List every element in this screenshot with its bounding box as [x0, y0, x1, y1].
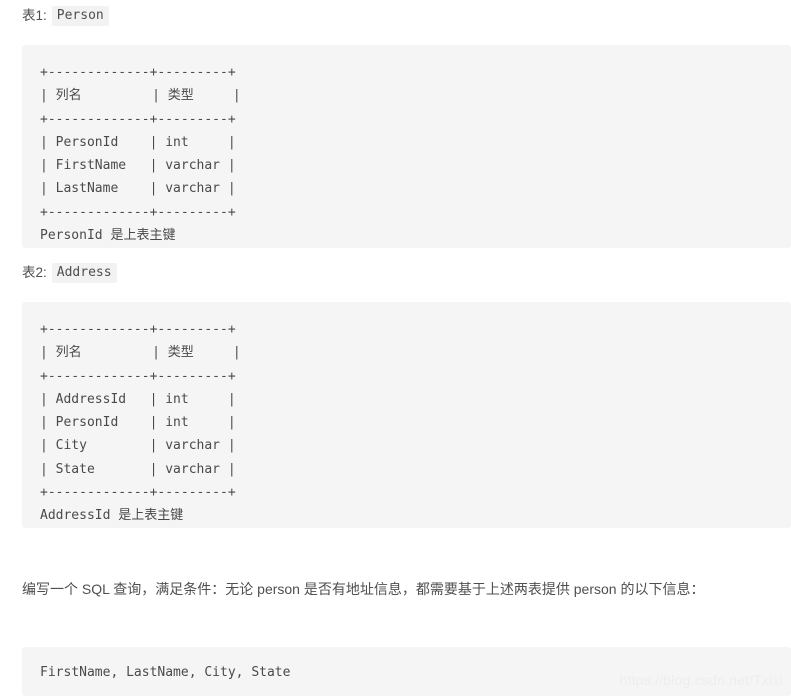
- table-caption-label: 表1:: [22, 8, 47, 23]
- code-block-address-schema: +-------------+---------+ | 列名 | 类型 | +-…: [22, 302, 791, 528]
- table-caption-label: 表2:: [22, 265, 47, 280]
- code-block-person-schema-text: +-------------+---------+ | 列名 | 类型 | +-…: [40, 65, 241, 244]
- code-block-person-schema: +-------------+---------+ | 列名 | 类型 | +-…: [22, 45, 791, 248]
- code-block-address-schema-text: +-------------+---------+ | 列名 | 类型 | +-…: [40, 322, 241, 524]
- table-name-code-person: Person: [51, 6, 109, 26]
- question-paragraph: 编写一个 SQL 查询，满足条件：无论 person 是否有地址信息，都需要基于…: [22, 581, 705, 597]
- watermark: https://blog.csdn.net/Txixi: [619, 672, 783, 688]
- page-root: 表1: Person +-------------+---------+ | 列…: [0, 0, 791, 696]
- table-caption-address: 表2: Address: [22, 263, 117, 283]
- table-name-code-address: Address: [51, 263, 117, 283]
- table-caption-person: 表1: Person: [22, 6, 109, 26]
